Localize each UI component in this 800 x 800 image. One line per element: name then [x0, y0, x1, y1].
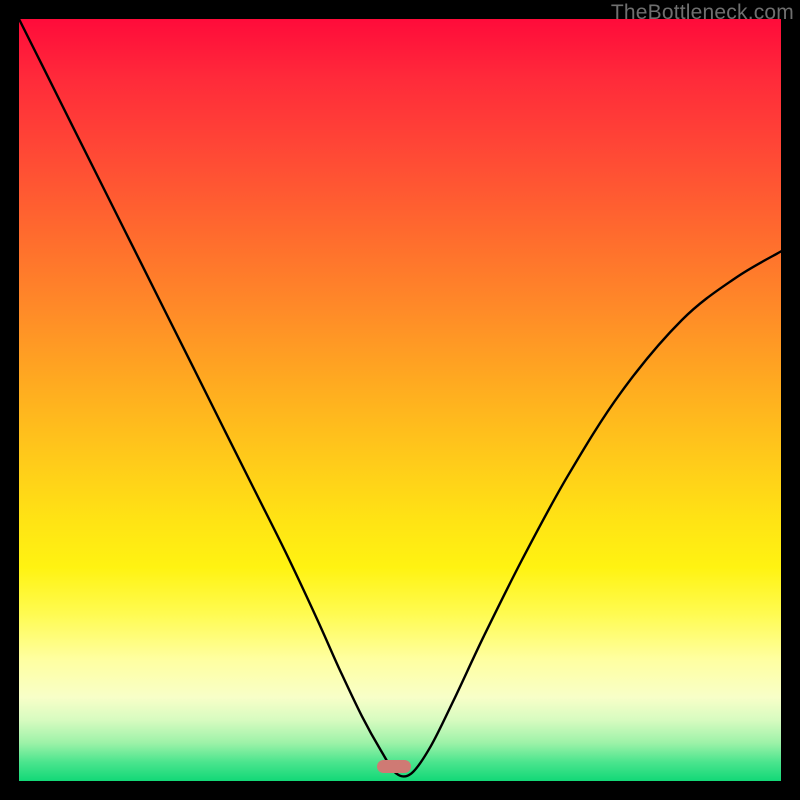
watermark-text: TheBottleneck.com: [611, 1, 794, 25]
bottleneck-curve: [19, 19, 781, 781]
plot-area: [19, 19, 781, 781]
chart-frame: TheBottleneck.com: [0, 0, 800, 800]
minimum-marker: [377, 760, 411, 773]
